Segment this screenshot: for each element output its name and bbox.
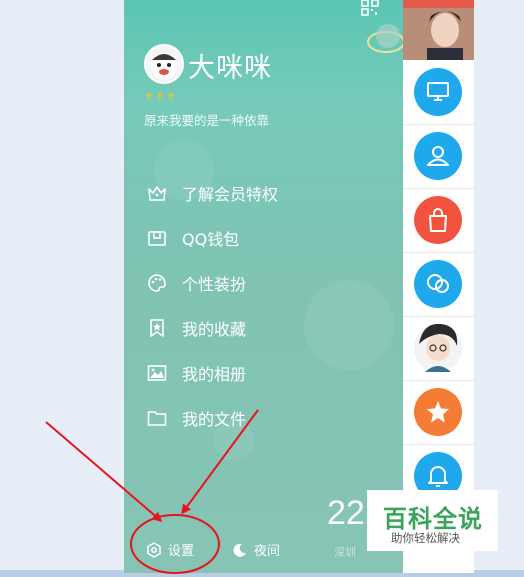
folder-icon <box>146 407 168 429</box>
palette-icon <box>146 272 168 294</box>
star-icon <box>414 388 462 436</box>
photo-avatar[interactable] <box>403 0 474 60</box>
desktop-icon <box>414 68 462 116</box>
strip-item-chat[interactable] <box>403 252 474 317</box>
cartoon-face-icon <box>151 53 177 79</box>
menu-item-label: 我的文件 <box>182 409 247 429</box>
menu-item-favorites[interactable]: 我的收藏 <box>146 305 396 350</box>
menu-item-vip[interactable]: 了解会员特权 <box>146 170 396 215</box>
moon-icon <box>233 543 246 557</box>
strip-item-desktop[interactable] <box>403 60 474 125</box>
level-badges[interactable]: ☀ ☀ ☀ <box>144 91 176 102</box>
weather-city: 深圳 <box>334 546 356 559</box>
night-mode-button[interactable]: 夜间 <box>232 540 280 559</box>
crown-icon <box>146 182 168 204</box>
watermark-badge: 百科全说 助你轻松解决 <box>367 490 498 551</box>
night-mode-label: 夜间 <box>254 544 281 559</box>
sun-level-icon: ☀ <box>154 90 165 103</box>
drawer-menu: 了解会员特权 QQ钱包 个性装扮 我的收藏 我的相册 我的文件 <box>146 170 396 440</box>
qr-code-icon[interactable] <box>361 0 379 16</box>
menu-item-label: 了解会员特权 <box>182 184 279 204</box>
person-photo-icon <box>403 0 474 60</box>
settings-label: 设置 <box>168 544 195 559</box>
side-drawer: 大咪咪 ☀ ☀ ☀ 原来我要的是一种依靠 了解会员特权 QQ钱包 个性装扮 我的… <box>124 0 403 573</box>
cartoon-boy-icon <box>414 323 462 372</box>
menu-item-label: 个性装扮 <box>182 274 247 294</box>
strip-item-shopping[interactable] <box>403 188 474 253</box>
profile-avatar[interactable] <box>144 44 184 84</box>
menu-item-files[interactable]: 我的文件 <box>146 395 396 440</box>
sun-level-icon: ☀ <box>165 90 176 103</box>
profile-nickname[interactable]: 大咪咪 <box>188 46 272 85</box>
contacts-icon <box>414 132 462 180</box>
wallet-icon <box>146 227 168 249</box>
weather-temperature[interactable]: 22 <box>327 494 365 533</box>
menu-item-label: 我的相册 <box>182 364 247 384</box>
bookmark-star-icon <box>146 317 168 339</box>
menu-item-wallet[interactable]: QQ钱包 <box>146 215 396 260</box>
menu-item-album[interactable]: 我的相册 <box>146 350 396 395</box>
strip-item-contacts[interactable] <box>403 124 474 189</box>
profile-signature[interactable]: 原来我要的是一种依靠 <box>144 110 269 129</box>
menu-item-theme[interactable]: 个性装扮 <box>146 260 396 305</box>
gear-icon <box>147 541 161 558</box>
photo-album-icon <box>146 362 168 384</box>
shopping-bag-icon <box>414 196 462 244</box>
watermark-subtitle: 助你轻松解决 <box>391 531 460 545</box>
right-contact-strip <box>403 0 474 573</box>
chat-bubbles-icon <box>414 260 462 308</box>
strip-item-favorites[interactable] <box>403 380 474 445</box>
sun-level-icon: ☀ <box>144 90 154 103</box>
cartoon-avatar[interactable] <box>403 316 474 381</box>
menu-item-label: QQ钱包 <box>182 229 240 249</box>
settings-button[interactable]: 设置 <box>146 540 194 559</box>
menu-item-label: 我的收藏 <box>182 319 247 339</box>
watermark-title: 百科全说 <box>383 505 483 533</box>
